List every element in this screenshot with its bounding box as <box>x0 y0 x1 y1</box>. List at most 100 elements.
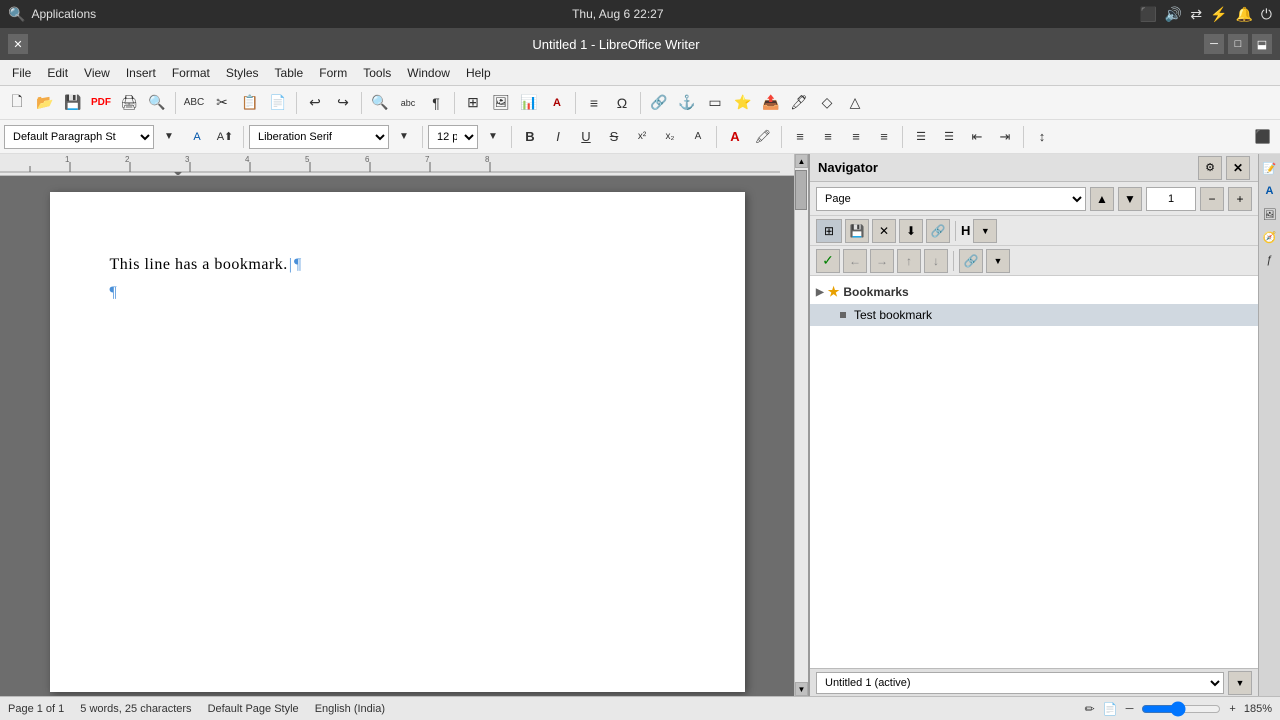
copy-button[interactable]: 📋 <box>237 90 263 116</box>
navigator-next-button[interactable]: ▼ <box>1118 187 1142 211</box>
page-container[interactable]: This line has a bookmark. | ¶ ¶ <box>0 176 794 696</box>
font-color-button[interactable]: A <box>722 124 748 150</box>
align-justify-button[interactable]: ≡ <box>871 124 897 150</box>
menu-table[interactable]: Table <box>267 64 312 82</box>
print-button[interactable]: 🖨 <box>116 90 142 116</box>
print-preview-button[interactable]: 🔍 <box>144 90 170 116</box>
image-button[interactable]: 🖼 <box>488 90 514 116</box>
navigator-up-button[interactable]: ↑ <box>897 249 921 273</box>
menu-format[interactable]: Format <box>164 64 218 82</box>
size-dropdown-arrow[interactable]: ▼ <box>480 124 506 150</box>
window-unshade-button[interactable]: ⬓ <box>1252 34 1272 54</box>
statusbar-zoom-out-icon[interactable]: ─ <box>1126 703 1134 715</box>
scroll-track[interactable] <box>795 168 808 682</box>
navigator-page-plus-button[interactable]: + <box>1228 187 1252 211</box>
redo-button[interactable]: ↪ <box>330 90 356 116</box>
sidebar-navigator-button[interactable]: 🧭 <box>1260 227 1280 247</box>
text-line-1[interactable]: This line has a bookmark. | ¶ <box>110 252 675 278</box>
navigator-prev-button[interactable]: ▲ <box>1090 187 1114 211</box>
sidebar-gallery-button[interactable]: 🖼 <box>1260 204 1280 224</box>
navigator-checkmark-button[interactable]: ✓ <box>816 249 840 273</box>
undo-button[interactable]: ↩ <box>302 90 328 116</box>
style-update-button[interactable]: A⬆ <box>212 124 238 150</box>
statusbar-zoom-in-icon[interactable]: + <box>1229 703 1235 715</box>
font-dropdown-arrow[interactable]: ▼ <box>391 124 417 150</box>
fontwork-button[interactable]: 🖊 <box>786 90 812 116</box>
font-name-dropdown[interactable]: Liberation Serif <box>249 125 389 149</box>
menu-view[interactable]: View <box>76 64 118 82</box>
navigator-ref-dropdown[interactable]: ▼ <box>986 249 1010 273</box>
navigator-page-dropdown[interactable]: Page <box>816 187 1086 211</box>
menu-styles[interactable]: Styles <box>218 64 267 82</box>
navigator-right-button[interactable]: → <box>870 249 894 273</box>
font-size-dropdown[interactable]: 12 pt <box>428 125 478 149</box>
navigator-section-bookmarks[interactable]: ▶ ★ Bookmarks <box>810 280 1258 304</box>
navigator-toggle-button[interactable]: ⊞ <box>816 219 842 243</box>
anchor-button[interactable]: ⚓ <box>674 90 700 116</box>
navigator-h-dropdown[interactable]: ▼ <box>973 219 997 243</box>
textbox-button[interactable]: A <box>544 90 570 116</box>
spellcheck-button[interactable]: ABC <box>181 90 207 116</box>
menu-edit[interactable]: Edit <box>39 64 76 82</box>
window-maximize-button[interactable]: □ <box>1228 34 1248 54</box>
underline-button[interactable]: U <box>573 124 599 150</box>
send-button[interactable]: 📤 <box>758 90 784 116</box>
menu-insert[interactable]: Insert <box>118 64 164 82</box>
navigator-link-button[interactable]: 🔗 <box>926 219 950 243</box>
navigator-tree[interactable]: ▶ ★ Bookmarks Test bookmark <box>810 276 1258 668</box>
sidebar-toggle-button[interactable]: ⬛ <box>1250 124 1276 150</box>
menu-help[interactable]: Help <box>458 64 499 82</box>
align-left-button[interactable]: ≡ <box>787 124 813 150</box>
window-minimize-button[interactable]: ─ <box>1204 34 1224 54</box>
chart-button[interactable]: 📊 <box>516 90 542 116</box>
navigator-doc-dropdown-arrow[interactable]: ▼ <box>1228 671 1252 695</box>
draw-button[interactable]: △ <box>842 90 868 116</box>
shapes-button[interactable]: ◇ <box>814 90 840 116</box>
sidebar-properties-button[interactable]: 📝 <box>1260 158 1280 178</box>
document-area[interactable]: 1 2 3 4 5 6 7 8 <box>0 154 794 696</box>
navigator-page-minus-button[interactable]: − <box>1200 187 1224 211</box>
style-new-button[interactable]: A <box>184 124 210 150</box>
navigator-settings-button[interactable]: ⚙ <box>1198 156 1222 180</box>
highlight-button[interactable]: 🖍 <box>750 124 776 150</box>
subscript-button[interactable]: x₂ <box>657 124 683 150</box>
bullet-list-button[interactable]: ☰ <box>908 124 934 150</box>
menu-file[interactable]: File <box>4 64 39 82</box>
sidebar-functions-button[interactable]: ƒ <box>1260 250 1280 270</box>
clear-format-button[interactable]: A <box>685 124 711 150</box>
scroll-up-button[interactable]: ▲ <box>795 154 808 168</box>
gallery-button[interactable]: ⭐ <box>730 90 756 116</box>
paragraph-style-dropdown[interactable]: Default Paragraph St <box>4 125 154 149</box>
navigator-down-button[interactable]: ↓ <box>924 249 948 273</box>
window-close-button[interactable]: ✕ <box>8 34 28 54</box>
navigator-document-dropdown[interactable]: Untitled 1 (active) <box>816 672 1224 694</box>
open-button[interactable]: 📂 <box>32 90 58 116</box>
zoom-slider[interactable] <box>1141 701 1221 717</box>
new-button[interactable]: 🗋 <box>4 90 30 116</box>
menu-tools[interactable]: Tools <box>355 64 399 82</box>
italic-button[interactable]: I <box>545 124 571 150</box>
bold-button[interactable]: B <box>517 124 543 150</box>
navigator-left-button[interactable]: ← <box>843 249 867 273</box>
scroll-down-button[interactable]: ▼ <box>795 682 808 696</box>
paste-button[interactable]: 📄 <box>265 90 291 116</box>
find-button[interactable]: 🔍 <box>367 90 393 116</box>
align-center-button[interactable]: ≡ <box>815 124 841 150</box>
cut-button[interactable]: ✂ <box>209 90 235 116</box>
frame-button[interactable]: ▭ <box>702 90 728 116</box>
menu-form[interactable]: Form <box>311 64 355 82</box>
numbered-list-button[interactable]: ☰ <box>936 124 962 150</box>
line-spacing-button[interactable]: ↕ <box>1029 124 1055 150</box>
align-right-button[interactable]: ≡ <box>843 124 869 150</box>
navigator-page-input[interactable] <box>1146 187 1196 211</box>
export-pdf-button[interactable]: PDF <box>88 90 114 116</box>
navigator-reference-button[interactable]: 🔗 <box>959 249 983 273</box>
sidebar-styles-button[interactable]: A <box>1260 181 1280 201</box>
menu-window[interactable]: Window <box>399 64 458 82</box>
indent-less-button[interactable]: ⇤ <box>964 124 990 150</box>
find-replace-button[interactable]: abc <box>395 90 421 116</box>
formatting-marks-button[interactable]: ¶ <box>423 90 449 116</box>
strikethrough-button[interactable]: S <box>601 124 627 150</box>
navigator-close2-button[interactable]: ✕ <box>872 219 896 243</box>
link-button[interactable]: 🔗 <box>646 90 672 116</box>
